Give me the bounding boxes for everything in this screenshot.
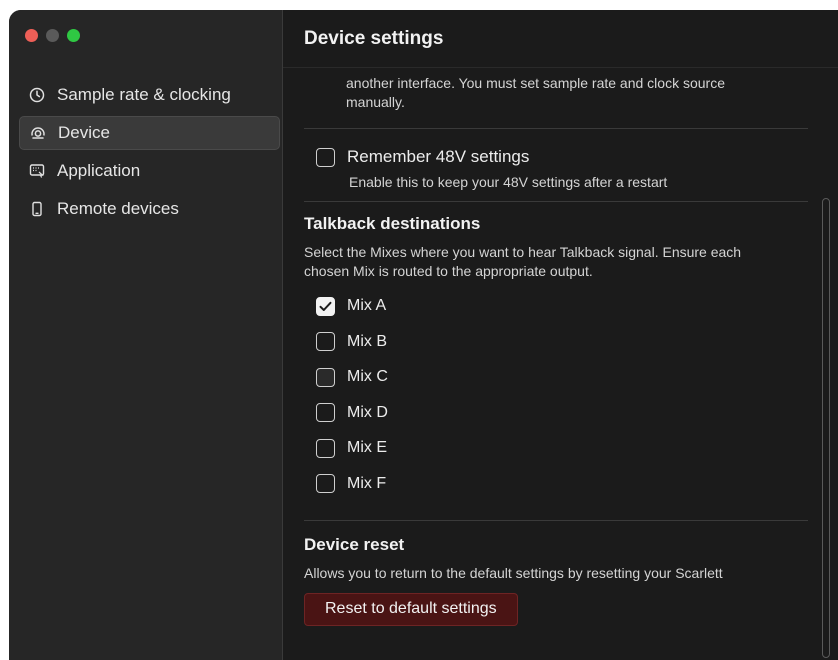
window-controls (25, 29, 80, 42)
divider (304, 201, 808, 202)
mix-b-checkbox[interactable] (316, 332, 335, 351)
sidebar-item-label: Remote devices (57, 199, 179, 218)
device-reset-section: Device reset Allows you to return to the… (304, 535, 808, 626)
app-window: Sample rate & clocking Device Applicatio… (9, 10, 838, 660)
sidebar: Sample rate & clocking Device Applicatio… (9, 10, 283, 660)
remember-48v-label: Remember 48V settings (347, 147, 530, 166)
mix-label: Mix F (347, 474, 387, 492)
header: Device settings (283, 10, 838, 68)
sidebar-item-sample-rate[interactable]: Sample rate & clocking (19, 78, 280, 112)
phone-icon (28, 200, 46, 218)
divider (304, 519, 808, 521)
remember-48v-row[interactable]: Remember 48V settings (304, 146, 808, 168)
settings-content[interactable]: another interface. You must set sample r… (304, 68, 808, 660)
clocking-note: another interface. You must set sample r… (304, 68, 808, 112)
mix-e-checkbox[interactable] (316, 438, 335, 458)
sidebar-item-label: Application (57, 161, 141, 180)
mix-label: Mix D (347, 403, 388, 421)
checkmark-icon (319, 301, 332, 311)
mix-a-row[interactable]: Mix A (304, 295, 808, 317)
sidebar-nav: Sample rate & clocking Device Applicatio… (19, 78, 280, 230)
device-icon (29, 124, 47, 142)
clocking-note-line: manually. (346, 94, 405, 110)
mix-b-row[interactable]: Mix B (304, 331, 808, 353)
device-reset-title: Device reset (304, 534, 405, 554)
mix-label: Mix E (347, 439, 387, 456)
minimize-window-button[interactable] (46, 29, 59, 42)
talkback-title: Talkback destinations (304, 214, 481, 233)
talkback-description-line: chosen Mix is routed to the appropriate … (304, 263, 593, 279)
mix-label: Mix B (347, 332, 387, 350)
device-reset-description: Allows you to return to the default sett… (304, 564, 723, 581)
mix-d-checkbox[interactable] (316, 403, 335, 422)
sidebar-item-label: Sample rate & clocking (57, 85, 231, 104)
mix-label: Mix A (347, 297, 387, 314)
mix-d-row[interactable]: Mix D (304, 402, 808, 424)
mix-a-checkbox[interactable] (316, 296, 335, 316)
remember-48v-description: Enable this to keep your 48V settings af… (349, 174, 668, 190)
divider (304, 128, 808, 129)
scrollbar[interactable] (822, 198, 830, 658)
page-title: Device settings (304, 27, 444, 49)
mix-f-checkbox[interactable] (316, 474, 335, 493)
main-pane: Device settings another interface. You m… (283, 10, 838, 660)
talkback-section: Talkback destinations Select the Mixes w… (304, 214, 808, 495)
mix-list: Mix A Mix B Mix C Mix D Mix E Mix F (304, 295, 808, 495)
sidebar-item-device[interactable]: Device (19, 116, 280, 150)
sidebar-item-application[interactable]: Application (19, 154, 280, 188)
sidebar-item-label: Device (58, 123, 110, 142)
mix-f-row[interactable]: Mix F (304, 473, 808, 495)
mix-c-row[interactable]: Mix C (304, 366, 808, 388)
zoom-window-button[interactable] (67, 29, 80, 42)
clock-icon (28, 86, 46, 104)
mix-label: Mix C (347, 368, 388, 385)
reset-to-default-button[interactable]: Reset to default settings (304, 592, 518, 626)
close-window-button[interactable] (25, 29, 38, 42)
clocking-note-line: another interface. You must set sample r… (346, 75, 725, 91)
remember-48v-checkbox[interactable] (316, 147, 335, 167)
talkback-description: Select the Mixes where you want to hear … (304, 243, 808, 281)
sidebar-item-remote-devices[interactable]: Remote devices (19, 192, 280, 226)
application-icon (28, 162, 46, 180)
mix-c-checkbox[interactable] (316, 367, 335, 387)
talkback-description-line: Select the Mixes where you want to hear … (304, 244, 742, 260)
mix-e-row[interactable]: Mix E (304, 437, 808, 459)
remember-48v-setting: Remember 48V settings Enable this to kee… (304, 146, 808, 192)
